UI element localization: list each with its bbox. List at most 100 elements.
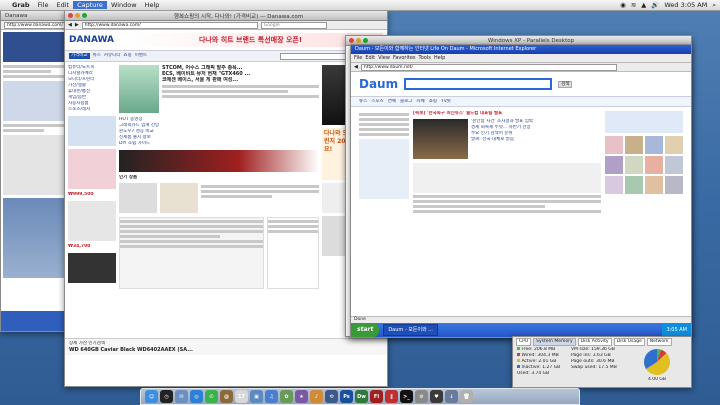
ie-menu-edit[interactable]: Edit: [365, 55, 375, 61]
back-icon[interactable]: ◀: [68, 22, 72, 28]
tab-network[interactable]: Network: [646, 337, 672, 346]
product-thumb-pc[interactable]: [68, 253, 116, 283]
xp-start-button[interactable]: start: [351, 323, 380, 337]
featured-image[interactable]: [119, 65, 159, 113]
daum-news-item[interactable]: 날씨: 전국 대체로 맑음: [471, 137, 601, 143]
daum-logo[interactable]: Daum: [359, 77, 398, 91]
ie-menu-file[interactable]: File: [354, 55, 362, 61]
bottom-product[interactable]: WD 640GB Caviar Black WD6402AAEX (SA...: [69, 347, 383, 353]
activity-monitor-icon[interactable]: ♥: [430, 390, 443, 403]
ie-address-field[interactable]: http://www.daum.net/: [360, 63, 617, 71]
product-thumb[interactable]: [68, 149, 116, 189]
menu-edit[interactable]: Edit: [52, 1, 73, 9]
ie-menu-help[interactable]: Help: [434, 55, 445, 61]
tab-disk-usage[interactable]: Disk Usage: [613, 337, 645, 346]
close-button[interactable]: [68, 13, 73, 18]
ical-icon[interactable]: 17: [235, 390, 248, 403]
left-browser-window[interactable]: Danawa http://www.danawa.com/: [0, 10, 74, 332]
mem-label: Used:: [517, 371, 530, 376]
menu-file[interactable]: File: [34, 1, 53, 9]
back-icon[interactable]: ◀: [354, 64, 358, 70]
imovie-icon[interactable]: ★: [295, 390, 308, 403]
spotlight-icon[interactable]: ⌕: [712, 1, 716, 10]
menu-bar: Grab File Edit Capture Window Help ◉ ≋ ▲…: [0, 0, 720, 11]
volume-icon[interactable]: 🔊: [651, 1, 659, 10]
address-field[interactable]: http://www.danawa.com/: [81, 21, 258, 29]
daum-tab-blog[interactable]: 블로그: [400, 99, 412, 105]
menu-capture[interactable]: Capture: [73, 1, 107, 9]
finder-icon[interactable]: ☺: [145, 390, 158, 403]
daum-tab-cafe[interactable]: 카페: [416, 99, 424, 105]
tab-cpu[interactable]: CPU: [516, 337, 532, 346]
time-machine-icon[interactable]: ▲: [641, 1, 646, 10]
address-book-icon[interactable]: @: [220, 390, 233, 403]
daum-right: [605, 111, 683, 301]
ie-window[interactable]: Daum - 모든이와 함께하는 인터넷 Life On Daum - Micr…: [350, 44, 692, 338]
product-thumb[interactable]: [119, 183, 157, 213]
dreamweaver-icon[interactable]: Dw: [355, 390, 368, 403]
news-item[interactable]: DIY 조립 가이드: [119, 141, 319, 147]
daum-tab-entertainment[interactable]: 연예: [388, 99, 396, 105]
daum-search-input[interactable]: [404, 78, 553, 90]
daum-tab-news[interactable]: 뉴스: [359, 99, 367, 105]
google-search-field[interactable]: Google: [260, 21, 327, 29]
terminal-icon[interactable]: >_: [400, 390, 413, 403]
photoshop-icon[interactable]: Ps: [340, 390, 353, 403]
mail-icon[interactable]: ✉: [175, 390, 188, 403]
bluetooth-icon[interactable]: ◉: [620, 1, 626, 10]
zoom-button[interactable]: [82, 13, 87, 18]
safari-icon[interactable]: ◎: [190, 390, 203, 403]
msi-banner[interactable]: [119, 150, 319, 172]
daum-tab-shopping[interactable]: 쇼핑: [429, 99, 437, 105]
nav-shopping[interactable]: 쇼핑: [123, 53, 131, 59]
banner-ad[interactable]: 다나와 히트 브랜드 특선매장 오픈!: [118, 33, 383, 47]
parallels-icon[interactable]: ∥: [385, 390, 398, 403]
forward-icon[interactable]: ▶: [75, 22, 79, 28]
preview-icon[interactable]: ▣: [250, 390, 263, 403]
menu-help[interactable]: Help: [141, 1, 164, 9]
wifi-icon[interactable]: ≋: [631, 1, 636, 10]
daum-search-button[interactable]: 검색: [558, 80, 573, 88]
system-preferences-icon[interactable]: ⚙: [415, 390, 428, 403]
shopping-menu-panel[interactable]: [267, 217, 319, 289]
left-url-field[interactable]: http://www.danawa.com/: [4, 21, 70, 29]
daum-headline[interactable]: [속보] '한국축구 최신뉴스' 월드컵 대표팀 발표: [413, 111, 601, 117]
garageband-icon[interactable]: ♪: [310, 390, 323, 403]
danawa-browser-window[interactable]: 행복쇼핑의 시작, 다나와! (가격비교) — Danawa.com ◀ ▶ h…: [64, 10, 388, 387]
ie-menu-view[interactable]: View: [378, 55, 390, 61]
category-item[interactable]: 스포츠/레저: [68, 107, 116, 113]
xp-taskbar-item[interactable]: Daum - 모든이와 ...: [383, 324, 439, 336]
tab-disk-activity[interactable]: Disk Activity: [577, 337, 612, 346]
nav-news[interactable]: 뉴스: [93, 53, 101, 59]
activity-monitor-window[interactable]: CPU System Memory Disk Activity Disk Usa…: [512, 336, 692, 388]
time-machine-icon[interactable]: ⟲: [325, 390, 338, 403]
minimize-button[interactable]: [75, 13, 80, 18]
iphoto-icon[interactable]: ✿: [280, 390, 293, 403]
product-thumb[interactable]: [160, 183, 198, 213]
daum-tab-tvpot[interactable]: TV팟: [441, 99, 451, 105]
downloads-icon[interactable]: ↓: [445, 390, 458, 403]
title-bar: 행복쇼핑의 시작, 다나와! (가격비교) — Danawa.com: [65, 11, 387, 21]
trash-icon[interactable]: 🗑: [460, 390, 473, 403]
popular-section-title: 인기 상품: [119, 175, 138, 180]
tab-system-memory[interactable]: System Memory: [533, 337, 576, 346]
ie-menu-favorites[interactable]: Favorites: [393, 55, 416, 61]
headline-3[interactable]: 코에센 베이스, 서울 게 판매 여성...: [162, 77, 319, 83]
dashboard-icon[interactable]: ◷: [160, 390, 173, 403]
sidebar-promo[interactable]: [68, 116, 116, 146]
ichat-icon[interactable]: ✆: [205, 390, 218, 403]
app-menu-grab[interactable]: Grab: [8, 1, 34, 9]
nav-price-compare[interactable]: 가격비교: [69, 53, 90, 59]
itunes-icon[interactable]: ♫: [265, 390, 278, 403]
danawa-logo[interactable]: DANAWA: [69, 35, 114, 45]
nav-event[interactable]: 이벤트: [135, 53, 147, 59]
nav-community[interactable]: 커뮤니티: [104, 53, 121, 59]
product-thumb-shoe[interactable]: [68, 201, 116, 241]
ie-menu-tools[interactable]: Tools: [419, 55, 431, 61]
menubar-clock[interactable]: Wed 3:05 AM: [664, 1, 707, 10]
flash-icon[interactable]: Fl: [370, 390, 383, 403]
menu-window[interactable]: Window: [107, 1, 141, 9]
daum-tab-sports[interactable]: 스포츠: [371, 99, 383, 105]
left-window-title: Danawa: [5, 12, 28, 19]
daum-news-photo[interactable]: [413, 119, 468, 159]
